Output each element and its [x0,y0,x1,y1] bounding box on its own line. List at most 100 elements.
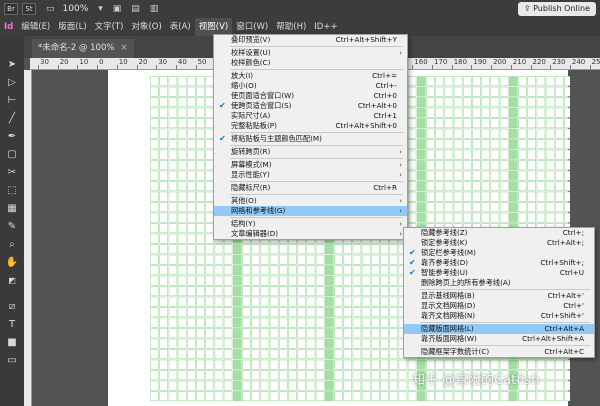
grid-cell [196,97,205,108]
grid-cell [196,244,205,255]
view_menu-item[interactable]: 网格和参考线(G) › [214,206,407,216]
grid-cell [416,202,426,213]
grid-cell [214,275,224,286]
direct-selection-tool-icon[interactable]: ▷ [4,76,20,90]
document-tab[interactable]: *未命名-2 @ 100% × [32,39,134,58]
grid-cell [361,328,371,339]
grid_submenu-item-shortcut: Ctrl+Alt+C [544,347,584,356]
grid-cell [536,76,546,87]
view_menu-item[interactable]: 旋转跨页(R) › [214,147,407,157]
grid-cell [214,307,224,318]
grid_submenu-item-label: 锁定参考线(K) [421,238,468,247]
grid_submenu-item[interactable]: 靠齐版面网格(W) Ctrl+Alt+Shift+A [404,334,594,344]
grid_submenu-item[interactable]: 隐藏参考线(Z) Ctrl+; [404,228,594,238]
layout-icon[interactable]: ▭ [46,4,55,14]
arrange-icon[interactable]: ▥ [150,4,159,14]
apply-color-icon[interactable]: ■ [4,336,20,350]
pen-tool-icon[interactable]: ✒ [4,130,20,144]
none-swatch-icon[interactable]: ⧄ [4,300,20,314]
fill-stroke-swatch-icon[interactable]: ◩ [4,274,20,288]
hand-tool-icon[interactable]: ✋ [4,256,20,270]
grid_submenu-item[interactable]: 显示文档网格(D) Ctrl+' [404,301,594,311]
grid-cell [177,223,187,234]
grid-cell [343,317,352,328]
close-icon[interactable]: × [120,43,127,53]
menu-type[interactable]: 文字(T) [91,18,128,36]
grid-cell [371,296,380,307]
grid_submenu-item[interactable]: 隐藏版面网格(L) Ctrl+Alt+A [404,324,594,334]
grid-cell [177,118,187,129]
view_menu-item-shortcut: Ctrl+0 [373,91,397,100]
grid_submenu-item[interactable]: ✔ 智能参考线(U) Ctrl+U [404,268,594,278]
view_menu-item[interactable]: 显示性能(Y) › [214,170,407,180]
rectangle-tool-icon[interactable]: ▢ [4,148,20,162]
selection-tool-icon[interactable]: ➤ [4,58,20,72]
view_menu-item[interactable]: 叠印预览(V) Ctrl+Alt+Shift+Y [214,35,407,45]
view_menu-item[interactable]: ✔ 使跨页适合窗口(S) Ctrl+Alt+0 [214,101,407,111]
note-tool-icon[interactable]: ✎ [4,220,20,234]
menu-separator [230,69,403,70]
view_menu-item[interactable]: 使页面适合窗口(W) Ctrl+0 [214,91,407,101]
grid_submenu-item[interactable]: 隐藏框架字数统计(C) Ctrl+Alt+C [404,347,594,357]
view_menu-item[interactable]: 校样设置(U) › [214,48,407,58]
screen-mode-icon[interactable]: ▤ [131,4,140,14]
scissors-tool-icon[interactable]: ✂ [4,166,20,180]
view_menu-item[interactable]: ✔ 将粘贴板与主题颜色匹配(M) [214,134,407,144]
view_menu-item[interactable]: 屏幕模式(M) › [214,160,407,170]
grid-cell [251,296,260,307]
vertical-ruler[interactable] [24,70,32,406]
grid_submenu-item[interactable]: 显示基线网格(B) Ctrl+Alt+' [404,291,594,301]
grid_submenu-item[interactable]: 靠齐文档网格(N) Ctrl+Shift+' [404,311,594,321]
grid-cell [426,149,435,160]
menu-layout[interactable]: 版面(L) [54,18,90,36]
view_menu-item[interactable]: 结构(Y) › [214,219,407,229]
view_menu-item[interactable]: 放大(I) Ctrl+= [214,71,407,81]
free-transform-tool-icon[interactable]: ⬚ [4,184,20,198]
grid-cell [527,181,537,192]
zoom-level[interactable]: 100% [63,4,89,14]
bridge-icon[interactable]: Br [4,3,18,15]
view-mode-icon[interactable]: ▭ [4,354,20,368]
zoom-tool-icon[interactable]: ⌕ [4,238,20,252]
grid_submenu-item[interactable]: 删除跨页上的所有参考线(A) [404,278,594,288]
grid-cell [260,391,270,402]
grid-cell [472,139,481,150]
view_menu-item[interactable]: 校样颜色(C) [214,58,407,68]
grid-cell [214,265,224,276]
chevron-down-icon[interactable]: ▾ [98,4,103,14]
gap-tool-icon[interactable]: ⊢ [4,94,20,108]
grid_submenu-item[interactable]: ✔ 锁定栏参考线(M) [404,248,594,258]
grid-cell [233,275,242,286]
ruler-tick [432,65,433,69]
stock-icon[interactable]: St [22,3,36,15]
grid-cell [223,370,233,381]
grid-cell [150,275,159,286]
menu-table[interactable]: 表(A) [166,18,195,36]
view_menu-item[interactable]: 隐藏标尺(R) Ctrl+R [214,183,407,193]
grid-cell [297,338,306,349]
ruler-tick [38,65,39,69]
view_menu-item[interactable]: 文章编辑器(D) › [214,229,407,239]
grid-cell [279,286,288,297]
grid-cell [444,107,454,118]
grid-cell [499,191,509,202]
menu-edit[interactable]: 编辑(E) [17,18,54,36]
grid-cell [186,359,196,370]
gradient-tool-icon[interactable]: ▦ [4,202,20,216]
grid_submenu-item[interactable]: ✔ 靠齐参考线(D) Ctrl+Shift+; [404,258,594,268]
view_menu-item-label: 校样颜色(C) [231,58,271,67]
frame-icon[interactable]: ▣ [113,4,122,14]
view_menu-item[interactable]: 其他(O) › [214,196,407,206]
line-tool-icon[interactable]: ╱ [4,112,20,126]
grid-cell [361,338,371,349]
grid-cell [315,328,325,339]
view_menu-item[interactable]: 完整粘贴板(P) Ctrl+Alt+Shift+0 [214,121,407,131]
publish-online-button[interactable]: ⇪ Publish Online [517,2,596,16]
view_menu-item[interactable]: 缩小(O) Ctrl+- [214,81,407,91]
grid_submenu-item[interactable]: 锁定参考线(K) Ctrl+Alt+; [404,238,594,248]
grid-cell [545,191,555,202]
view_menu-item[interactable]: 实际尺寸(A) Ctrl+1 [214,111,407,121]
menu-object[interactable]: 对象(O) [127,18,165,36]
grid-cell [233,286,242,297]
text-format-icon[interactable]: T [4,318,20,332]
